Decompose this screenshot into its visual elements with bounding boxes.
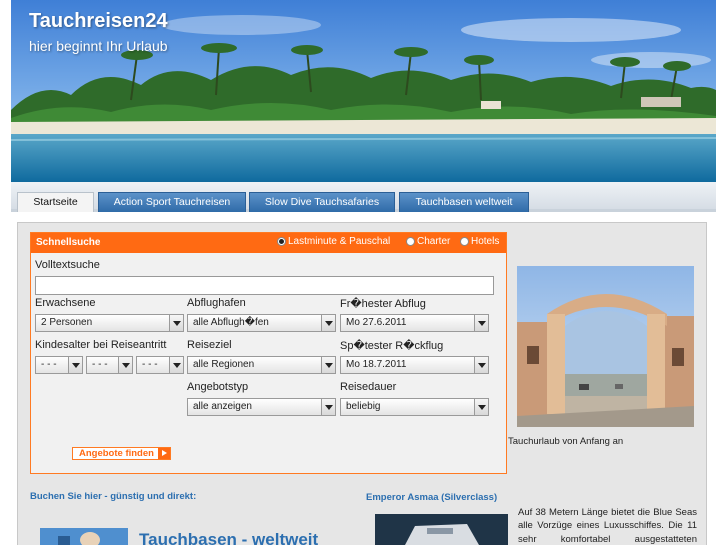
fulltext-label: Volltextsuche (35, 259, 100, 271)
chevron-down-icon[interactable] (321, 399, 335, 415)
radio-charter[interactable]: Charter (406, 236, 450, 247)
destination-label: Reiseziel (187, 339, 232, 351)
site-subtitle: hier beginnt Ihr Urlaub (29, 38, 168, 54)
chevron-down-icon[interactable] (321, 357, 335, 373)
child-age-value-3: - - - (142, 359, 158, 370)
radio-hotels[interactable]: Hotels (460, 236, 499, 247)
ship-thumbnail[interactable] (375, 514, 508, 545)
duration-label: Reisedauer (340, 381, 397, 393)
departure-airport-select[interactable]: alle Abflugh�fen (187, 314, 336, 332)
diver-thumbnail-image (40, 528, 128, 545)
chevron-down-icon[interactable] (474, 315, 488, 331)
departure-airport-value: alle Abflugh�fen (193, 317, 269, 328)
chevron-down-icon[interactable] (474, 357, 488, 373)
tab-slow-dive-tauchsafaries[interactable]: Slow Dive Tauchsafaries (249, 192, 395, 212)
chevron-down-icon[interactable] (169, 315, 183, 331)
site-title: Tauchreisen24 (29, 10, 168, 32)
tab-startseite[interactable]: Startseite (17, 192, 94, 212)
child-age-select-1[interactable]: - - - (35, 356, 83, 374)
radio-lastminute-label: Lastminute & Pauschal (288, 236, 391, 247)
ship-thumbnail-image (375, 514, 508, 545)
photo-caption: Tauchurlaub von Anfang an (508, 436, 624, 447)
latest-return-label: Sp�tester R�ckflug (340, 340, 444, 352)
earliest-departure-label: Fr�hester Abflug (340, 298, 426, 310)
destination-value: alle Regionen (193, 359, 255, 370)
search-title: Schnellsuche (36, 237, 101, 248)
earliest-departure-value: Mo 27.6.2011 (346, 317, 407, 328)
tab-action-sport-tauchreisen[interactable]: Action Sport Tauchreisen (98, 192, 246, 212)
tab-tauchbasen-weltweit[interactable]: Tauchbasen weltweit (399, 192, 529, 212)
adults-select[interactable]: 2 Personen (35, 314, 184, 332)
search-header: Schnellsuche Lastminute & Pauschal Chart… (31, 233, 506, 253)
resort-gate-photo (517, 266, 694, 427)
book-here-heading: Buchen Sie hier - günstig und direkt: (30, 491, 197, 502)
offer-type-select[interactable]: alle anzeigen (187, 398, 336, 416)
chevron-down-icon[interactable] (321, 315, 335, 331)
departure-airport-label: Abflughafen (187, 297, 246, 309)
child-age-value-2: - - - (92, 359, 108, 370)
child-age-label: Kindesalter bei Reiseantritt (35, 339, 167, 351)
fulltext-input[interactable] (35, 276, 494, 295)
offer-type-label: Angebotstyp (187, 381, 249, 393)
tauchbasen-heading[interactable]: Tauchbasen - weltweit (139, 530, 318, 545)
destination-select[interactable]: alle Regionen (187, 356, 336, 374)
header-banner: Tauchreisen24 hier beginnt Ihr Urlaub (11, 0, 716, 182)
radio-charter-label: Charter (417, 236, 451, 247)
quick-search-panel: Schnellsuche Lastminute & Pauschal Chart… (30, 232, 507, 474)
chevron-down-icon[interactable] (118, 357, 132, 373)
latest-return-select[interactable]: Mo 18.7.2011 (340, 356, 489, 374)
child-age-select-2[interactable]: - - - (86, 356, 133, 374)
radio-selected-icon[interactable] (277, 237, 286, 246)
earliest-departure-select[interactable]: Mo 27.6.2011 (340, 314, 489, 332)
radio-icon[interactable] (460, 237, 469, 246)
latest-return-value: Mo 18.7.2011 (346, 359, 407, 370)
child-age-value-1: - - - (41, 359, 57, 370)
child-age-select-3[interactable]: - - - (136, 356, 184, 374)
chevron-down-icon[interactable] (474, 399, 488, 415)
chevron-down-icon[interactable] (68, 357, 82, 373)
emperor-asmaa-link[interactable]: Emperor Asmaa (Silverclass) (366, 492, 497, 503)
adults-label: Erwachsene (35, 297, 96, 309)
duration-select[interactable]: beliebig (340, 398, 489, 416)
find-offers-button[interactable]: Angebote finden (72, 447, 171, 460)
emperor-asmaa-description: Auf 38 Metern Länge bietet die Blue Seas… (518, 507, 697, 545)
radio-lastminute[interactable]: Lastminute & Pauschal (277, 236, 390, 247)
main-nav: Startseite Action Sport Tauchreisen Slow… (11, 182, 716, 212)
page: Tauchreisen24 hier beginnt Ihr Urlaub St… (0, 0, 727, 545)
diver-thumbnail[interactable] (40, 528, 128, 545)
chevron-down-icon[interactable] (169, 357, 183, 373)
adults-select-value: 2 Personen (41, 317, 93, 328)
radio-hotels-label: Hotels (471, 236, 500, 247)
play-arrow-icon[interactable] (157, 448, 170, 459)
offer-type-value: alle anzeigen (193, 401, 252, 412)
radio-icon[interactable] (406, 237, 415, 246)
resort-gate-image (517, 266, 694, 427)
find-offers-label: Angebote finden (79, 448, 154, 459)
duration-value: beliebig (346, 401, 381, 412)
